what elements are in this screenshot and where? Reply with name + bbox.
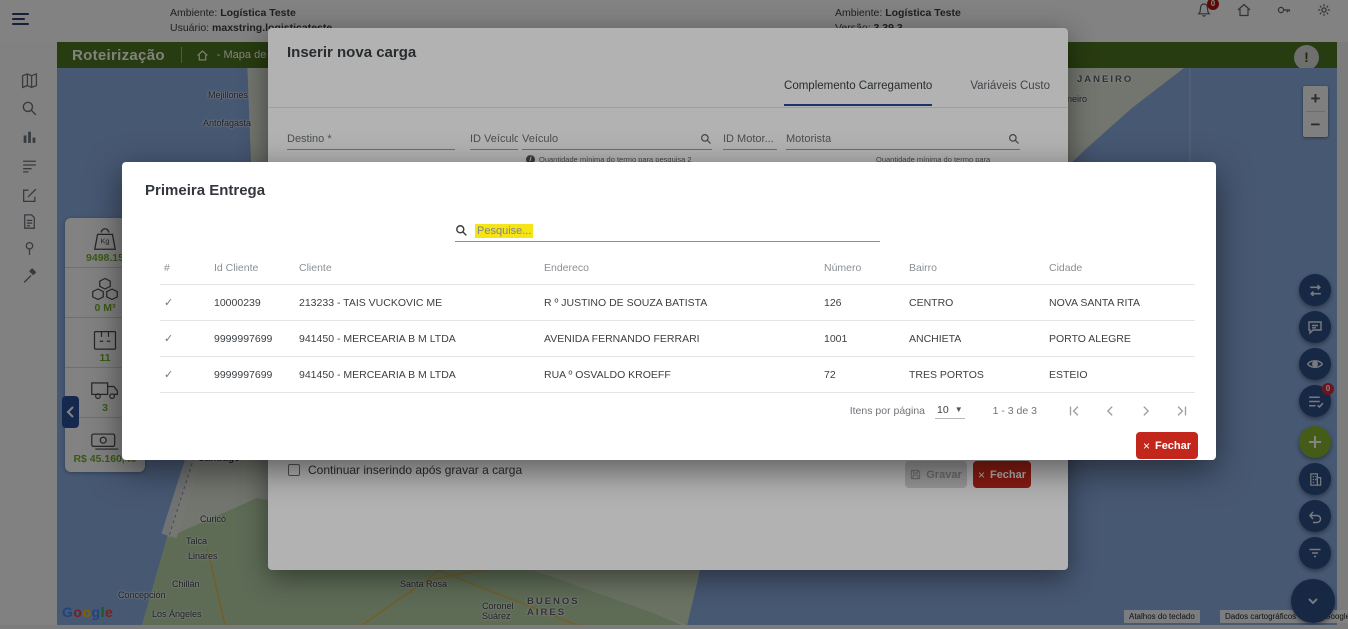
row-selected-check-icon: ✓ xyxy=(164,297,173,309)
col-endereco: Endereco xyxy=(540,254,820,285)
chevron-down-icon: ▼ xyxy=(955,405,963,414)
page-size-select[interactable]: 10 ▼ xyxy=(935,404,965,419)
close-delivery-modal-button[interactable]: × Fechar xyxy=(1136,432,1198,459)
pagination-range: 1 - 3 de 3 xyxy=(993,405,1037,417)
col-cliente: Cliente xyxy=(295,254,540,285)
search-input[interactable]: Pesquise... xyxy=(455,220,880,242)
search-icon xyxy=(455,224,468,237)
table-row[interactable]: ✓ 10000239 213233 - TAIS VUCKOVIC ME R º… xyxy=(160,285,1195,321)
items-per-page-label: Itens por página xyxy=(850,405,925,417)
close-icon: × xyxy=(1143,439,1150,453)
last-page-button[interactable] xyxy=(1169,400,1195,422)
first-page-button[interactable] xyxy=(1061,400,1087,422)
col-numero: Número xyxy=(820,254,905,285)
col-cidade: Cidade xyxy=(1045,254,1195,285)
next-page-button[interactable] xyxy=(1133,400,1159,422)
delivery-table: # Id Cliente Cliente Endereco Número Bai… xyxy=(160,254,1195,393)
table-header-row: # Id Cliente Cliente Endereco Número Bai… xyxy=(160,254,1195,285)
first-delivery-modal-title: Primeira Entrega xyxy=(145,182,265,199)
table-row[interactable]: ✓ 9999997699 941450 - MERCEARIA B M LTDA… xyxy=(160,321,1195,357)
col-id-cliente: Id Cliente xyxy=(210,254,295,285)
previous-page-button[interactable] xyxy=(1097,400,1123,422)
app-screen: Ambiente: Logística Teste Usuário: maxst… xyxy=(0,0,1348,629)
first-delivery-modal: Primeira Entrega Pesquise... # Id Client… xyxy=(122,162,1216,460)
col-hash: # xyxy=(160,254,210,285)
table-pagination: Itens por página 10 ▼ 1 - 3 de 3 xyxy=(160,394,1195,428)
row-selected-check-icon: ✓ xyxy=(164,333,173,345)
search-placeholder: Pesquise... xyxy=(475,224,533,238)
col-bairro: Bairro xyxy=(905,254,1045,285)
row-selected-check-icon: ✓ xyxy=(164,369,173,381)
table-row[interactable]: ✓ 9999997699 941450 - MERCEARIA B M LTDA… xyxy=(160,357,1195,393)
